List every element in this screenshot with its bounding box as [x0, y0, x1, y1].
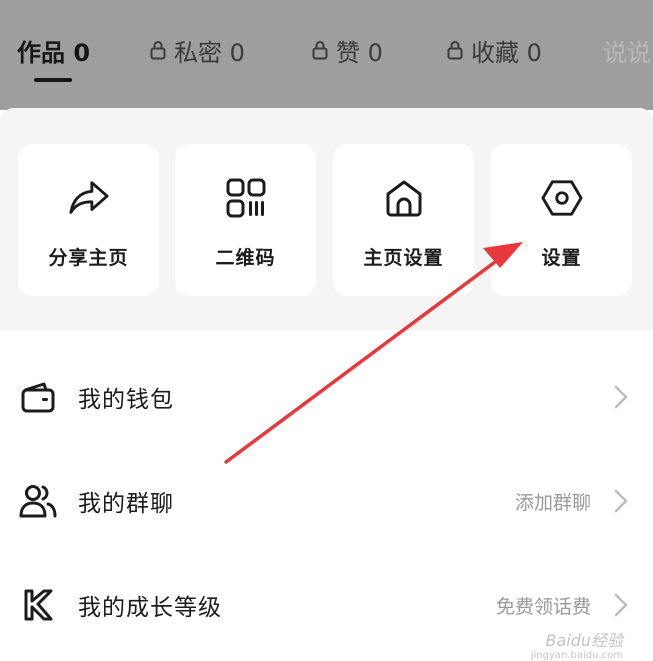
- tab-likes[interactable]: 赞 0: [312, 32, 383, 68]
- share-profile-button[interactable]: 分享主页: [18, 144, 159, 296]
- qr-code-label: 二维码: [215, 247, 276, 269]
- lock-icon: [150, 41, 166, 60]
- homepage-settings-label: 主页设置: [363, 247, 444, 269]
- menu-item-wallet[interactable]: 我的钱包: [0, 347, 653, 447]
- chevron-right-icon: [614, 489, 628, 513]
- menu-item-label: 我的群聊: [78, 491, 174, 517]
- menu-item-label: 我的钱包: [78, 387, 174, 413]
- active-tab-indicator: [34, 78, 72, 82]
- add-group-chat-link[interactable]: 添加群聊: [515, 488, 591, 515]
- group-users-icon: [19, 482, 57, 520]
- home-icon: [383, 177, 425, 219]
- settings-button[interactable]: 设置: [491, 144, 632, 296]
- qr-code-button[interactable]: 二维码: [175, 144, 316, 296]
- menu-item-group-chats[interactable]: 我的群聊 添加群聊: [0, 451, 653, 551]
- tab-label: 私密 0: [174, 38, 245, 67]
- free-phone-credit-link[interactable]: 免费领话费: [496, 592, 591, 619]
- tab-label: 说说: [603, 38, 651, 67]
- profile-menu-sheet: 分享主页 二维码 主页设置 设置 我的钱包 我的群聊 添加群聊 我的成长等级 免…: [0, 108, 653, 661]
- tab-moments[interactable]: 说说: [603, 32, 651, 68]
- chevron-right-icon: [614, 385, 628, 409]
- menu-item-label: 我的成长等级: [78, 595, 222, 621]
- chevron-right-icon: [614, 593, 628, 617]
- tab-works[interactable]: 作品 0: [17, 32, 90, 68]
- lock-icon: [447, 41, 463, 60]
- growth-level-k-icon: [19, 586, 57, 624]
- qr-code-icon: [225, 177, 267, 219]
- share-profile-label: 分享主页: [48, 247, 129, 269]
- tab-label: 赞 0: [336, 38, 383, 67]
- homepage-settings-button[interactable]: 主页设置: [333, 144, 474, 296]
- watermark-url: jingyan.baidu.com: [530, 650, 623, 661]
- watermark-brand: Baidu经验: [545, 631, 623, 650]
- lock-icon: [312, 41, 328, 60]
- wallet-icon: [19, 378, 57, 416]
- settings-label: 设置: [541, 247, 582, 269]
- tab-label: 收藏 0: [471, 38, 542, 67]
- tab-label: 作品 0: [17, 38, 91, 67]
- share-icon: [68, 177, 110, 219]
- settings-hexagon-icon: [540, 177, 583, 219]
- tab-private[interactable]: 私密 0: [150, 32, 245, 68]
- tab-favorites[interactable]: 收藏 0: [447, 32, 542, 68]
- quick-actions-area: 分享主页 二维码 主页设置 设置: [0, 108, 653, 330]
- profile-tab-bar: 作品 0 私密 0 赞 0 收藏 0 说说: [0, 0, 653, 110]
